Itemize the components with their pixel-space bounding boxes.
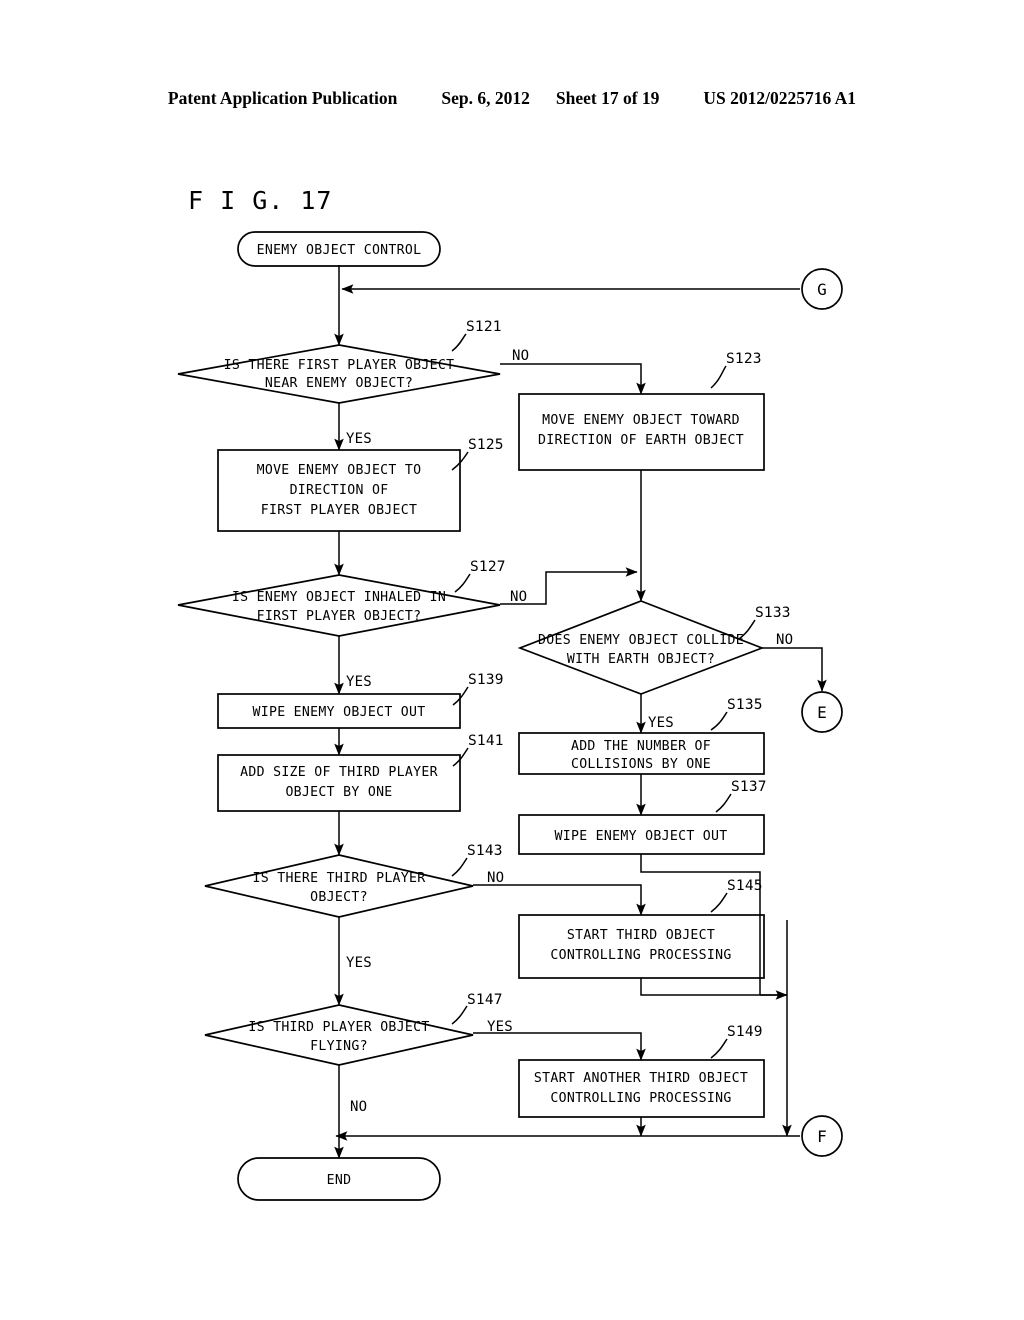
connector-e-label: E [817, 703, 827, 722]
branch-s121-no: NO [512, 348, 529, 364]
step-label-s147: S147 [467, 992, 503, 1008]
node-s125-line2: DIRECTION OF [290, 483, 389, 498]
node-start: ENEMY OBJECT CONTROL [237, 231, 441, 267]
step-label-s127: S127 [470, 559, 506, 575]
connector-f: F [801, 1115, 843, 1157]
branch-s127-yes: YES [346, 674, 372, 690]
branch-s147-yes: YES [487, 1019, 513, 1035]
node-s141-line1: ADD SIZE OF THIRD PLAYER [240, 765, 438, 780]
branch-s147-no: NO [350, 1099, 367, 1115]
node-s133-line1: DOES ENEMY OBJECT COLLIDE [538, 633, 744, 648]
node-s143-line2: OBJECT? [310, 890, 368, 905]
node-s147-line2: FLYING? [310, 1039, 368, 1054]
node-s123-line1: MOVE ENEMY OBJECT TOWARD [542, 413, 740, 428]
node-start-label: ENEMY OBJECT CONTROL [257, 243, 422, 258]
patent-page: Patent Application Publication Sep. 6, 20… [0, 0, 1024, 1320]
node-s143-line1: IS THERE THIRD PLAYER [252, 871, 425, 886]
node-s127-line2: FIRST PLAYER OBJECT? [257, 609, 422, 624]
node-s121-line1: IS THERE FIRST PLAYER OBJECT [224, 358, 455, 373]
node-s125-line1: MOVE ENEMY OBJECT TO [257, 463, 422, 478]
node-end: END [237, 1157, 441, 1201]
step-label-s133: S133 [755, 605, 791, 621]
node-s125: MOVE ENEMY OBJECT TO DIRECTION OF FIRST … [217, 437, 504, 532]
step-label-s137: S137 [731, 779, 767, 795]
branch-s121-yes: YES [346, 431, 372, 447]
connector-e: E [801, 691, 843, 733]
node-s123-line2: DIRECTION OF EARTH OBJECT [538, 433, 744, 448]
node-s127: IS ENEMY OBJECT INHALED IN FIRST PLAYER … [177, 559, 527, 690]
step-label-s139: S139 [468, 672, 504, 688]
node-s137-line1: WIPE ENEMY OBJECT OUT [554, 829, 727, 844]
node-s149-line2: CONTROLLING PROCESSING [550, 1091, 731, 1106]
step-label-s145: S145 [727, 878, 763, 894]
branch-s127-no: NO [510, 589, 527, 605]
branch-s133-yes: YES [648, 715, 674, 731]
step-label-s125: S125 [468, 437, 504, 453]
connector-f-label: F [817, 1127, 827, 1146]
branch-s143-no: NO [487, 870, 504, 886]
node-s133-line2: WITH EARTH OBJECT? [567, 652, 715, 667]
node-s125-line3: FIRST PLAYER OBJECT [261, 503, 418, 518]
node-s145-line2: CONTROLLING PROCESSING [550, 948, 731, 963]
step-label-s143: S143 [467, 843, 503, 859]
node-s135-line2: COLLISIONS BY ONE [571, 757, 711, 772]
branch-s133-no: NO [776, 632, 793, 648]
node-s147-line1: IS THIRD PLAYER OBJECT [248, 1020, 429, 1035]
node-s141-line2: OBJECT BY ONE [285, 785, 392, 800]
node-s145-line1: START THIRD OBJECT [567, 928, 715, 943]
node-s135-line1: ADD THE NUMBER OF [571, 739, 711, 754]
node-s127-line1: IS ENEMY OBJECT INHALED IN [232, 590, 446, 605]
step-label-s141: S141 [468, 733, 504, 749]
step-label-s149: S149 [727, 1024, 763, 1040]
node-s121-line2: NEAR ENEMY OBJECT? [265, 376, 413, 391]
node-s121: IS THERE FIRST PLAYER OBJECT NEAR ENEMY … [177, 319, 529, 447]
node-s137: WIPE ENEMY OBJECT OUT S137 [518, 779, 767, 855]
node-s143: IS THERE THIRD PLAYER OBJECT? S143 NO YE… [204, 843, 504, 971]
step-label-s123: S123 [726, 351, 762, 367]
branch-s143-yes: YES [346, 955, 372, 971]
node-s141: ADD SIZE OF THIRD PLAYER OBJECT BY ONE S… [217, 733, 504, 812]
node-end-label: END [327, 1173, 352, 1188]
node-s149-line1: START ANOTHER THIRD OBJECT [534, 1071, 748, 1086]
node-s147: IS THIRD PLAYER OBJECT FLYING? S147 YES … [204, 992, 513, 1115]
connector-g-label: G [817, 280, 827, 299]
step-label-s121: S121 [466, 319, 502, 335]
flowchart-diagram: ENEMY OBJECT CONTROL G IS THERE FIRST PL… [177, 231, 843, 1201]
connector-g: G [801, 268, 843, 310]
node-s139-line1: WIPE ENEMY OBJECT OUT [252, 705, 425, 720]
step-label-s135: S135 [727, 697, 763, 713]
